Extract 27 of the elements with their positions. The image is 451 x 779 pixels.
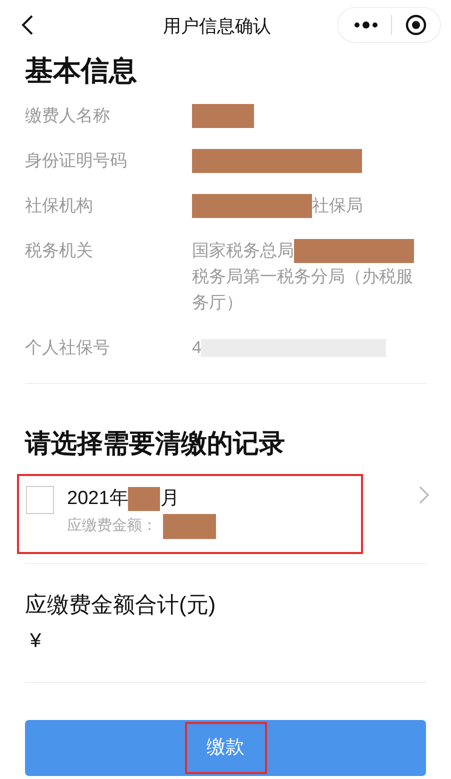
more-icon[interactable] [354, 21, 378, 29]
section-heading: 基本信息 [24, 54, 138, 88]
total-label: 应缴费金额合计(元) [24, 591, 217, 619]
button-label: 缴款 [184, 722, 266, 774]
redaction-block [163, 514, 216, 539]
record-month: 月 [160, 487, 180, 511]
redaction-block [192, 104, 254, 128]
record-item[interactable]: 2021年 月 应缴费金额： [17, 474, 363, 554]
amount-label: 应缴费金额： [67, 516, 157, 536]
chevron-right-icon [419, 486, 429, 504]
field-value: 税务局第一税务分局（办税服务厅） [192, 266, 414, 314]
record-year: 2021年 [67, 487, 128, 511]
field-label: 税务机关 [25, 240, 94, 262]
field-value: 社保局 [312, 195, 363, 217]
checkbox[interactable] [26, 486, 54, 514]
total-value: ¥ [29, 629, 42, 654]
redaction-block [128, 487, 160, 511]
field-label: 个人社保号 [25, 337, 111, 359]
field-label: 社保机构 [25, 195, 94, 217]
section-heading: 请选择需要清缴的记录 [24, 427, 286, 460]
field-label: 缴费人名称 [25, 105, 111, 127]
back-icon[interactable] [20, 14, 34, 36]
close-icon[interactable] [405, 14, 427, 36]
field-value: 4 [192, 337, 202, 359]
field-value: 国家税务总局 [192, 240, 294, 262]
field-label: 身份证明号码 [25, 150, 128, 172]
page-title: 用户信息确认 [163, 15, 271, 38]
